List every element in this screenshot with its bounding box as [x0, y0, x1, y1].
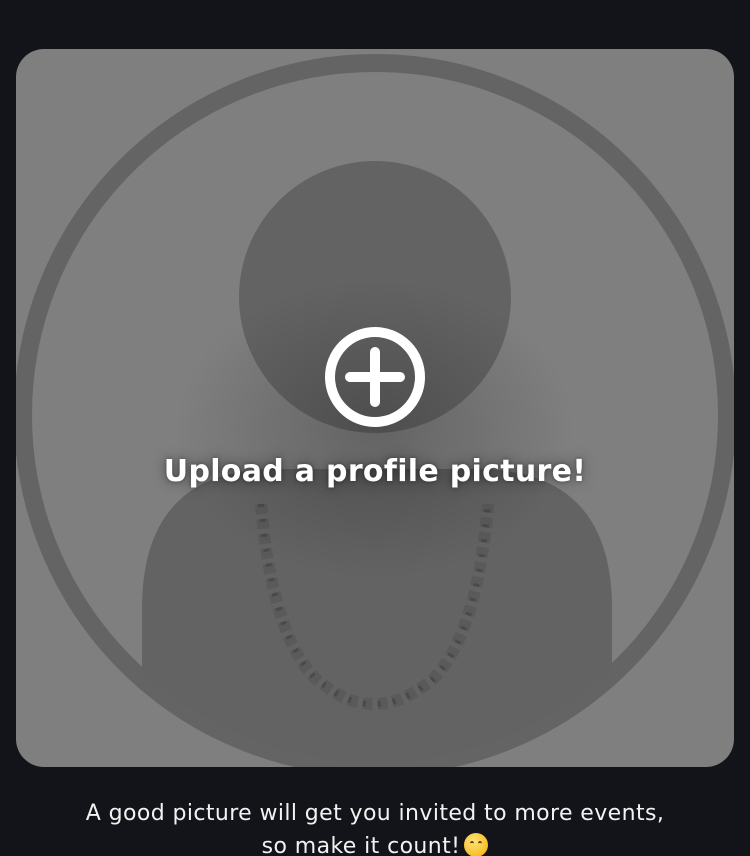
profile-picture-hint: A good picture will get you invited to m… [40, 797, 710, 856]
plus-circle-icon[interactable] [323, 325, 427, 429]
hint-line-2: so make it count! [40, 830, 710, 856]
upload-profile-picture-label: Upload a profile picture! [163, 454, 587, 489]
hint-line-1: A good picture will get you invited to m… [85, 801, 665, 826]
yum-emoji-icon [464, 833, 489, 856]
upload-overlay: Upload a profile picture! [16, 49, 734, 767]
profile-picture-screen: Upload a profile picture! A good picture… [0, 0, 750, 856]
hint-line-2-text: so make it count! [261, 834, 461, 856]
upload-profile-picture-button[interactable]: Upload a profile picture! [16, 49, 734, 767]
